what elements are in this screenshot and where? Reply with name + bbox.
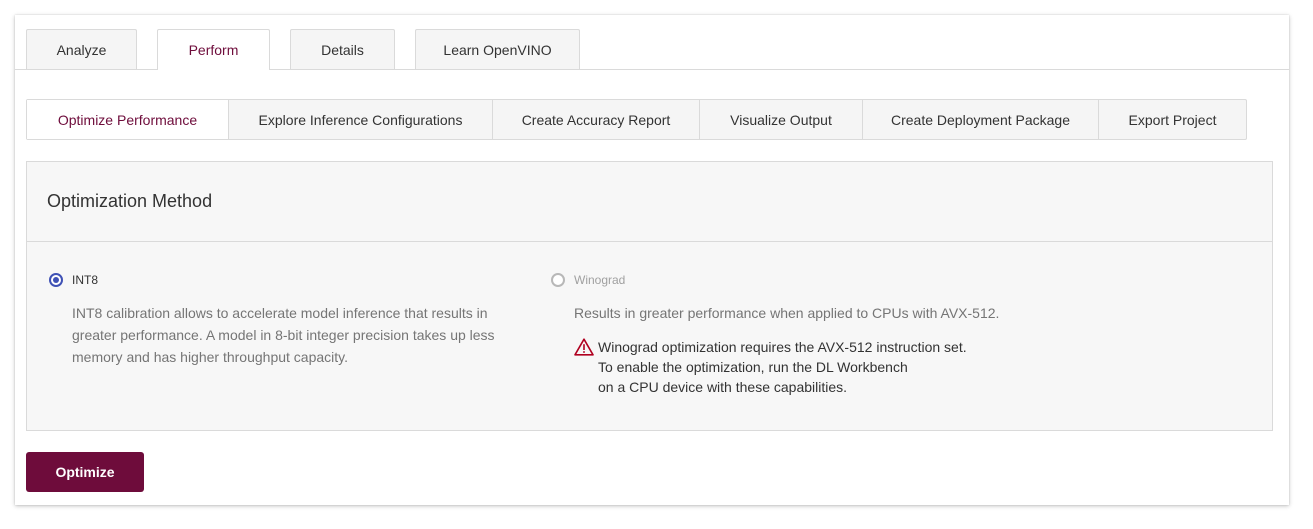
sub-tabs: Optimize Performance Explore Inference C… <box>26 99 1247 140</box>
warning-line: To enable the optimization, run the DL W… <box>598 359 908 375</box>
tab-details[interactable]: Details <box>290 29 395 69</box>
winograd-label: Winograd <box>574 273 626 287</box>
optimize-button[interactable]: Optimize <box>26 452 144 492</box>
warning-line: Winograd optimization requires the AVX-5… <box>598 339 967 355</box>
panel-title: Optimization Method <box>27 162 1272 242</box>
subtab-explore-inference-configurations[interactable]: Explore Inference Configurations <box>229 100 493 139</box>
subtab-create-accuracy-report[interactable]: Create Accuracy Report <box>493 100 700 139</box>
optimization-method-panel: Optimization Method INT8 INT8 calibratio… <box>26 161 1273 431</box>
int8-radio[interactable] <box>49 273 63 287</box>
subtab-optimize-performance[interactable]: Optimize Performance <box>27 100 229 139</box>
subtab-export-project[interactable]: Export Project <box>1099 100 1246 139</box>
winograd-radio-row: Winograd <box>551 273 1251 287</box>
warning-triangle-icon <box>574 338 594 356</box>
winograd-description: Results in greater performance when appl… <box>574 302 1251 324</box>
tab-analyze[interactable]: Analyze <box>26 29 137 69</box>
winograd-option: Winograd Results in greater performance … <box>551 273 1251 397</box>
winograd-radio <box>551 273 565 287</box>
subtab-create-deployment-package[interactable]: Create Deployment Package <box>863 100 1099 139</box>
int8-description: INT8 calibration allows to accelerate mo… <box>72 302 509 368</box>
int8-option: INT8 INT8 calibration allows to accelera… <box>49 273 509 368</box>
winograd-warning-text: Winograd optimization requires the AVX-5… <box>598 337 967 397</box>
int8-description-line: greater performance. A model in 8-bit in… <box>72 327 495 343</box>
warning-line: on a CPU device with these capabilities. <box>598 379 848 395</box>
subtab-visualize-output[interactable]: Visualize Output <box>700 100 863 139</box>
int8-radio-row[interactable]: INT8 <box>49 273 509 287</box>
radio-selected-dot <box>53 277 59 283</box>
tab-perform[interactable]: Perform <box>157 29 270 70</box>
tab-learn-openvino[interactable]: Learn OpenVINO <box>415 29 580 69</box>
int8-description-line: INT8 calibration allows to accelerate mo… <box>72 305 488 321</box>
winograd-warning: Winograd optimization requires the AVX-5… <box>574 337 1251 397</box>
int8-description-line: memory and has higher throughput capacit… <box>72 349 349 365</box>
main-card: Analyze Perform Details Learn OpenVINO O… <box>15 15 1289 505</box>
winograd-description-line: Results in greater performance when appl… <box>574 305 1000 321</box>
main-tabs: Analyze Perform Details Learn OpenVINO <box>15 15 1289 70</box>
int8-label: INT8 <box>72 273 99 287</box>
